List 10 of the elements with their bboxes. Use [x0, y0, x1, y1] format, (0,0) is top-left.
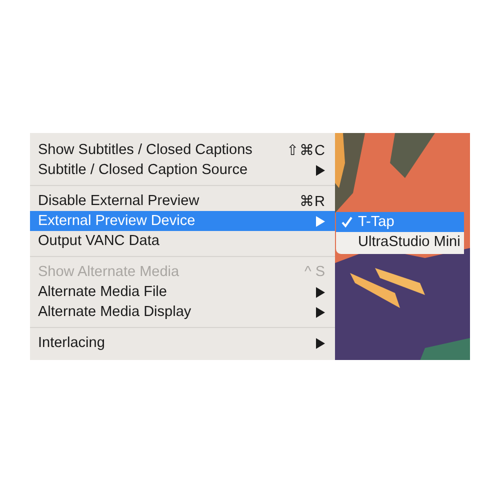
menu-item[interactable]: Output VANC Data [30, 231, 335, 251]
menu-item[interactable]: Interlacing [30, 333, 335, 353]
submenu-item[interactable]: UltraStudio Mini [336, 232, 464, 252]
menu-item[interactable]: Disable External Preview ⌘R [30, 191, 335, 211]
menu-item[interactable]: Alternate Media File [30, 282, 335, 302]
menu-item[interactable]: Alternate Media Display [30, 302, 335, 322]
submenu-item[interactable]: T-Tap [336, 212, 464, 232]
menu-item[interactable]: External Preview Device [30, 211, 335, 231]
menu-item[interactable]: Subtitle / Closed Caption Source [30, 160, 335, 180]
menu-item[interactable]: Show Subtitles / Closed Captions ⇧⌘C [30, 140, 335, 160]
